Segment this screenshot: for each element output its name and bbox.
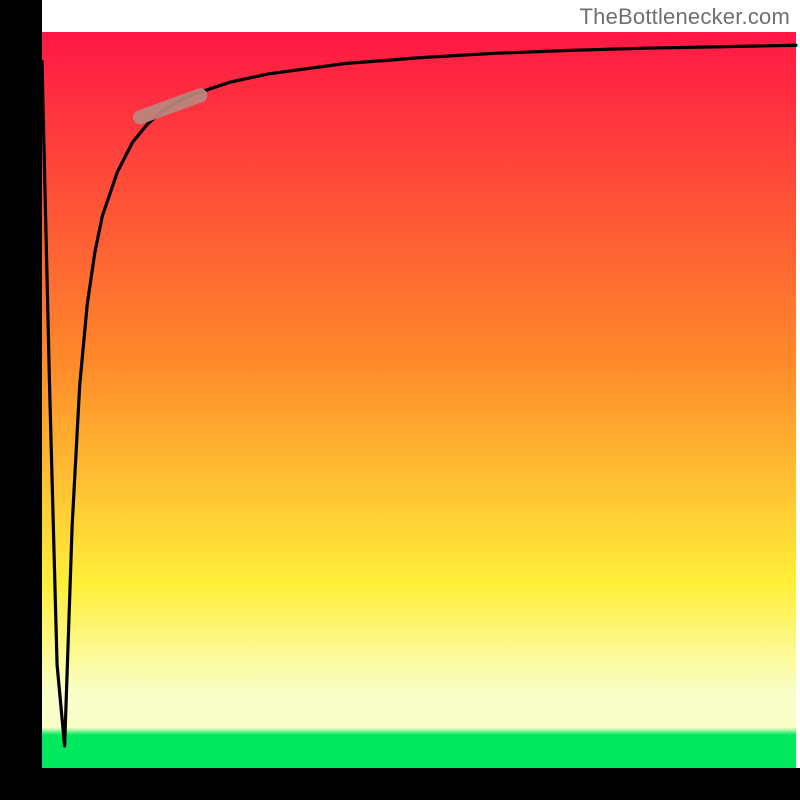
x-axis-band — [0, 768, 800, 800]
y-axis-band — [0, 0, 42, 800]
watermark-label: TheBottlenecker.com — [580, 4, 790, 30]
chart-container: TheBottlenecker.com — [0, 0, 800, 800]
bottleneck-chart — [0, 0, 800, 800]
plot-area — [42, 32, 796, 768]
